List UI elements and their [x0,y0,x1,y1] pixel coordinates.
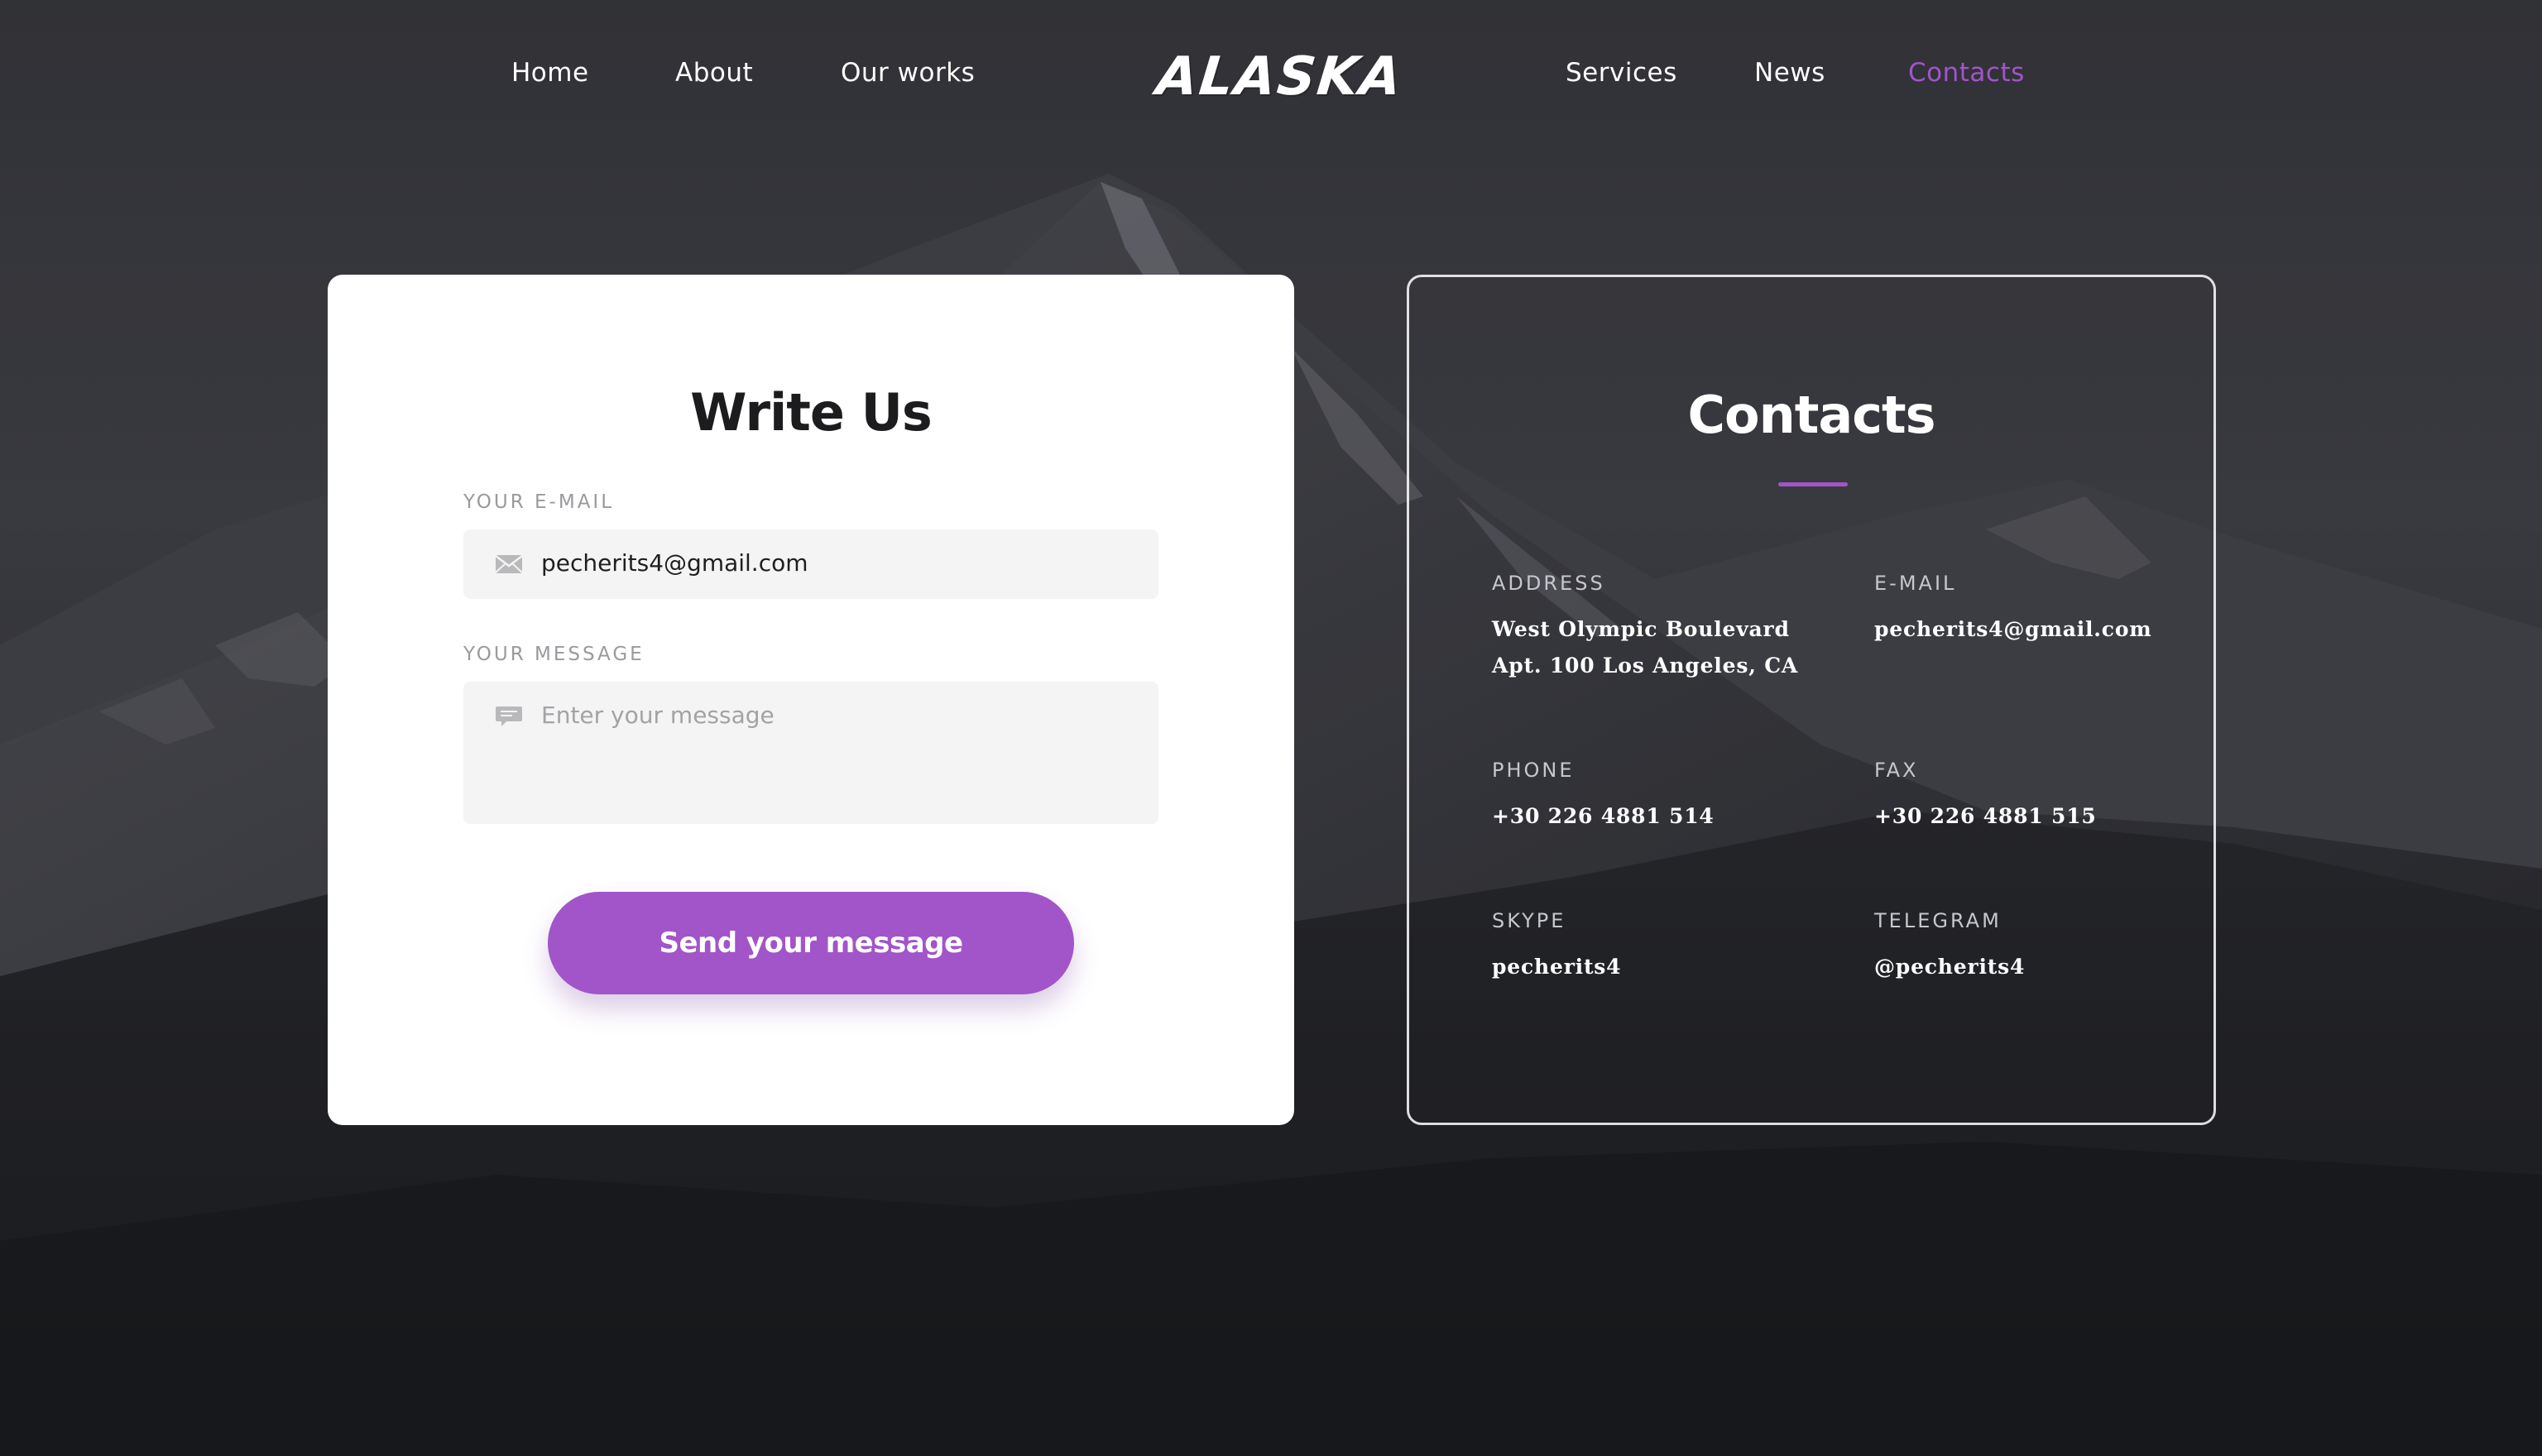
nav-news-link[interactable]: News [1754,58,1825,88]
email-field[interactable]: pecherits4@gmail.com [463,529,1158,599]
skype-label: SKYPE [1492,909,1566,932]
title-underline [1778,482,1848,486]
write-us-title: Write Us [690,382,933,443]
mail-icon [495,555,523,573]
email-field-label: YOUR E-MAIL [463,491,615,513]
phone-value[interactable]: +30 226 4881 514 [1492,798,1715,835]
message-field[interactable]: Enter your message [463,682,1158,824]
email-value[interactable]: pecherits4@gmail.com [1874,611,2152,648]
contacts-title: Contacts [1687,385,1935,445]
send-message-button[interactable]: Send your message [548,892,1074,994]
write-us-card: Write Us YOUR E-MAIL pecherits4@gmail.co… [328,275,1294,1125]
email-label: E-MAIL [1874,572,1957,595]
skype-value[interactable]: pecherits4 [1492,949,1621,985]
nav-contacts-link[interactable]: Contacts [1908,58,2025,88]
telegram-value[interactable]: @pecherits4 [1874,949,2025,985]
alaska-logo[interactable]: ALASKA [1153,46,1406,108]
main-nav: Home About Our works ALASKA Services New… [0,46,2542,108]
email-field-value: pecherits4@gmail.com [541,549,808,577]
message-field-placeholder: Enter your message [541,702,775,729]
nav-home-link[interactable]: Home [511,58,589,88]
nav-about-link[interactable]: About [675,58,753,88]
message-field-label: YOUR MESSAGE [463,644,645,665]
phone-label: PHONE [1492,759,1575,782]
fax-label: FAX [1874,759,1919,782]
chat-bubble-icon [496,706,522,726]
fax-value: +30 226 4881 515 [1874,804,2097,828]
nav-our-works-link[interactable]: Our works [841,58,975,88]
telegram-label: TELEGRAM [1874,909,2002,932]
address-label: ADDRESS [1492,572,1605,595]
address-value: West Olympic Boulevard Apt. 100 Los Ange… [1492,617,1799,678]
contacts-card: Contacts ADDRESS West Olympic Boulevard … [1407,275,2216,1125]
nav-services-link[interactable]: Services [1566,58,1677,88]
